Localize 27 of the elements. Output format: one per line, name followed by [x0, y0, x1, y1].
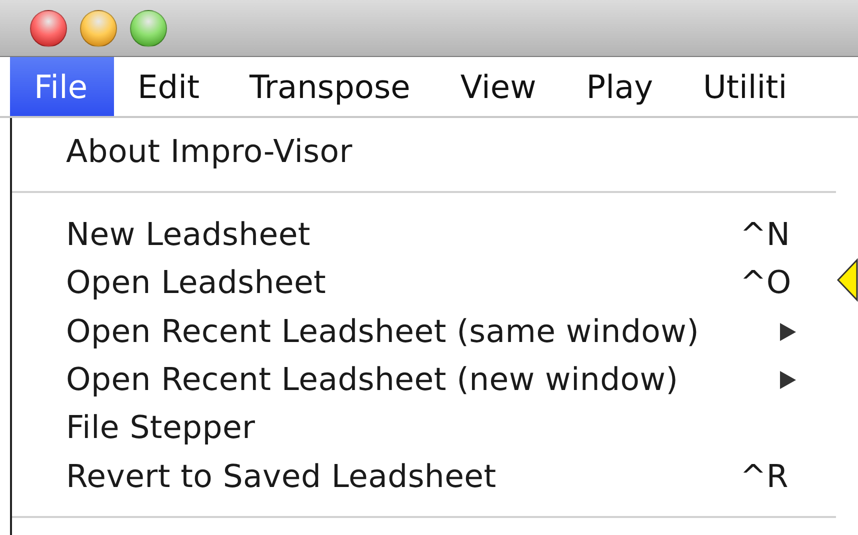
window-control-button[interactable] [80, 10, 117, 46]
menu-item[interactable]: Revert to Saved Leadsheet ^R [12, 452, 836, 502]
menu-bar-item[interactable]: Play [562, 57, 679, 116]
menu-bar-item[interactable]: Transpose [226, 57, 436, 116]
pointer-arrow-icon [836, 258, 858, 302]
menu-item-label: Open Leadsheet [66, 265, 326, 302]
menu-item[interactable]: Open Leadsheet ^O [12, 258, 836, 308]
menu-bar-item[interactable]: Edit [114, 57, 226, 116]
menu-item-label: About Impro-Visor [66, 134, 352, 170]
menu-item-label: Revert to Saved Leadsheet [66, 458, 496, 495]
window-control-button[interactable] [30, 10, 67, 46]
menu-item-label: File Stepper [66, 410, 256, 446]
window-control-button[interactable] [130, 10, 167, 46]
shortcut-label: ^N [740, 216, 790, 253]
menu-bar-item[interactable]: View [436, 57, 562, 116]
shortcut-label: ^R [740, 458, 788, 495]
menu-item[interactable]: Open Recent Leadsheet (new window) [12, 356, 836, 404]
menu-item-label: New Leadsheet [66, 216, 310, 253]
menu-item-label: Open Recent Leadsheet (same window) [66, 314, 700, 350]
menu-item[interactable]: About Impro-Visor [12, 128, 836, 176]
shortcut-label: ^O [740, 265, 792, 302]
menu-bar-item[interactable]: File [10, 57, 114, 116]
menu-item[interactable]: File Stepper [12, 404, 836, 453]
menu-item-label: Open Recent Leadsheet (new window) [66, 362, 678, 398]
menu-item[interactable]: Open Recent Leadsheet (same window) [12, 307, 836, 356]
menu-bar-item[interactable]: Utiliti [679, 57, 814, 116]
menu-item[interactable]: New Leadsheet ^N [12, 210, 836, 259]
